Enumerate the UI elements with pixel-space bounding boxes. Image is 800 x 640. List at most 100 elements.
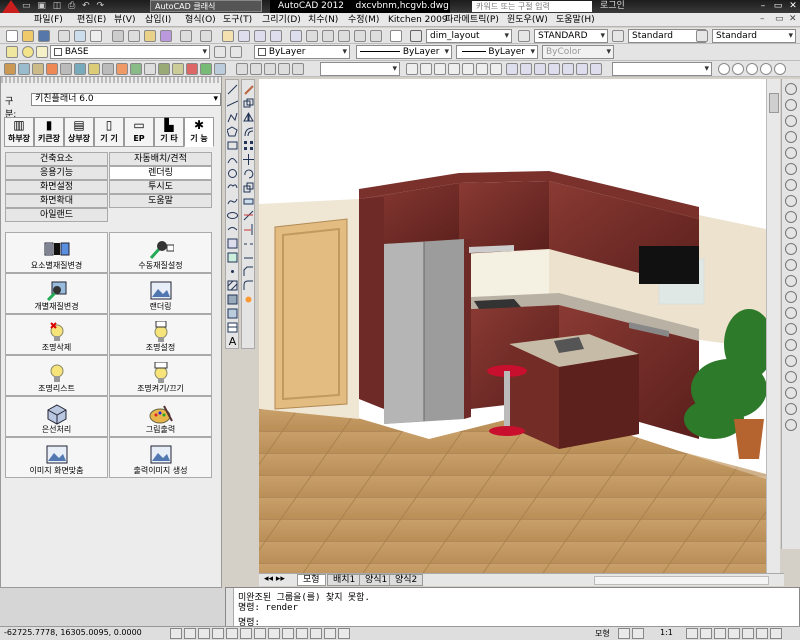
category-dropdown[interactable]: 키친플래너 6.0 (31, 93, 221, 106)
orbit-icon-3[interactable] (434, 63, 446, 75)
circle-icon[interactable] (227, 168, 238, 179)
maximize-icon[interactable]: ▭ (771, 1, 785, 12)
minimize-icon[interactable]: – (756, 1, 770, 12)
markup-icon[interactable] (354, 30, 366, 42)
nav-icon-10[interactable] (785, 227, 797, 239)
osnap-icon-1[interactable] (718, 63, 730, 75)
extend-icon[interactable] (243, 224, 254, 235)
undo-icon[interactable] (180, 30, 192, 42)
tab-sheet2[interactable]: 양식2 (389, 574, 424, 586)
tool-individual-material[interactable]: 개별재질변경 (5, 273, 108, 314)
submenu-application[interactable]: 응용기능 (5, 166, 108, 180)
tool-palettes-icon[interactable] (322, 30, 334, 42)
shade-icon-1[interactable] (506, 63, 518, 75)
model-space-toggle[interactable]: 모형 (595, 628, 610, 639)
pan-icon[interactable] (222, 30, 234, 42)
multileader-style-icon[interactable] (696, 30, 708, 42)
tab-function[interactable]: ✱ 기 능 (184, 117, 214, 147)
design-center-icon[interactable] (306, 30, 318, 42)
multiline-text-icon[interactable]: A (227, 336, 238, 347)
toolbar3-icon-3[interactable] (32, 63, 44, 75)
view-icon-3[interactable] (264, 63, 276, 75)
menu-draw[interactable]: 그리기(D) (262, 14, 301, 26)
lineweight-combo[interactable]: ByLayer (456, 45, 538, 59)
close-icon[interactable]: ✕ (786, 1, 800, 12)
hatch-icon[interactable] (227, 280, 238, 291)
annotation-scale[interactable]: 1:1 (660, 628, 673, 637)
plot-icon[interactable] (58, 30, 70, 42)
submenu-architecture[interactable]: 건축요소 (5, 152, 108, 166)
palette-grip[interactable] (1, 77, 221, 83)
tool-picture-output[interactable]: 그림출력 (109, 396, 212, 437)
dim-style-combo[interactable]: dim_layout (426, 29, 512, 43)
menu-window[interactable]: 윈도우(W) (507, 14, 548, 26)
menu-help[interactable]: 도움말(H) (556, 14, 595, 26)
submenu-rendering[interactable]: 렌더링 (109, 166, 212, 180)
snap-icon[interactable] (184, 628, 196, 639)
hardware-accel-icon[interactable] (742, 628, 754, 639)
view-icon-1[interactable] (236, 63, 248, 75)
copy-object-icon[interactable] (243, 98, 254, 109)
multileader-style-combo[interactable]: Standard (712, 29, 796, 43)
zoom-previous-icon[interactable] (270, 30, 282, 42)
orbit-icon-7[interactable] (490, 63, 502, 75)
layer-on-icon[interactable] (22, 46, 34, 58)
nav-icon-8[interactable] (785, 195, 797, 207)
nav-icon-15[interactable] (785, 307, 797, 319)
toolbar3-icon-14[interactable] (186, 63, 198, 75)
toolbar3-icon-10[interactable] (130, 63, 142, 75)
ducs-icon[interactable] (282, 628, 294, 639)
toolbar3-icon-15[interactable] (200, 63, 212, 75)
shade-icon-3[interactable] (534, 63, 546, 75)
menu-tools[interactable]: 도구(T) (223, 14, 252, 26)
scale-icon[interactable] (243, 182, 254, 193)
3d-osnap-icon[interactable] (254, 628, 266, 639)
tab-base-cabinet[interactable]: ▥ 하부장 (4, 117, 34, 147)
make-layer-current-icon[interactable] (214, 46, 226, 58)
shade-icon-4[interactable] (548, 63, 560, 75)
transparency-icon[interactable] (324, 628, 336, 639)
nav-icon-1[interactable] (785, 83, 797, 95)
orbit-icon-4[interactable] (448, 63, 460, 75)
revision-cloud-icon[interactable] (227, 182, 238, 193)
workspace-switch-icon[interactable] (714, 628, 726, 639)
doc-minimize-icon[interactable]: – (760, 14, 765, 24)
table-style-combo[interactable]: Standard (628, 29, 706, 43)
isolate-objects-icon[interactable] (756, 628, 768, 639)
dyn-icon[interactable] (296, 628, 308, 639)
toolbar3-icon-11[interactable] (144, 63, 156, 75)
nav-icon-22[interactable] (785, 419, 797, 431)
open-icon[interactable] (22, 30, 34, 42)
toolbar3-icon-9[interactable] (116, 63, 128, 75)
menu-format[interactable]: 형식(O) (185, 14, 216, 26)
annotation-visibility-icon[interactable] (686, 628, 698, 639)
quick-properties-icon[interactable] (338, 628, 350, 639)
polyline-icon[interactable] (227, 112, 238, 123)
paste-icon[interactable] (144, 30, 156, 42)
tab-tall-cabinet[interactable]: ▮ 키큰장 (34, 117, 64, 147)
menu-parametric[interactable]: 파라메트릭(P) (445, 14, 499, 26)
trim-icon[interactable] (243, 210, 254, 221)
move-icon[interactable] (243, 154, 254, 165)
construction-line-icon[interactable] (226, 98, 239, 109)
fillet-icon[interactable] (243, 280, 254, 291)
nav-icon-19[interactable] (785, 371, 797, 383)
cut-icon[interactable] (112, 30, 124, 42)
copy-icon[interactable] (128, 30, 140, 42)
polar-icon[interactable] (226, 628, 238, 639)
shade-icon-5[interactable] (562, 63, 574, 75)
submenu-zoom[interactable]: 화면확대 (5, 194, 108, 208)
line-icon[interactable] (227, 84, 238, 95)
nav-icon-2[interactable] (785, 99, 797, 111)
tool-manual-material[interactable]: 수동재질설정 (109, 232, 212, 273)
tool-hide[interactable]: 은선처리 (5, 396, 108, 437)
quick-access-toolbar[interactable]: ▭ ▣ ◫ ⎙ ↶ ↷ (22, 1, 106, 11)
submenu-help[interactable]: 도움말 (109, 194, 212, 208)
horizontal-scrollbar[interactable] (594, 576, 769, 585)
tab-ep[interactable]: ▭ EP (124, 117, 154, 147)
menu-modify[interactable]: 수정(M) (348, 14, 379, 26)
osnap-icon-5[interactable] (774, 63, 786, 75)
rotate-icon[interactable] (243, 168, 254, 179)
layer-previous-icon[interactable] (230, 46, 242, 58)
quick-view-drawings-icon[interactable] (632, 628, 644, 639)
